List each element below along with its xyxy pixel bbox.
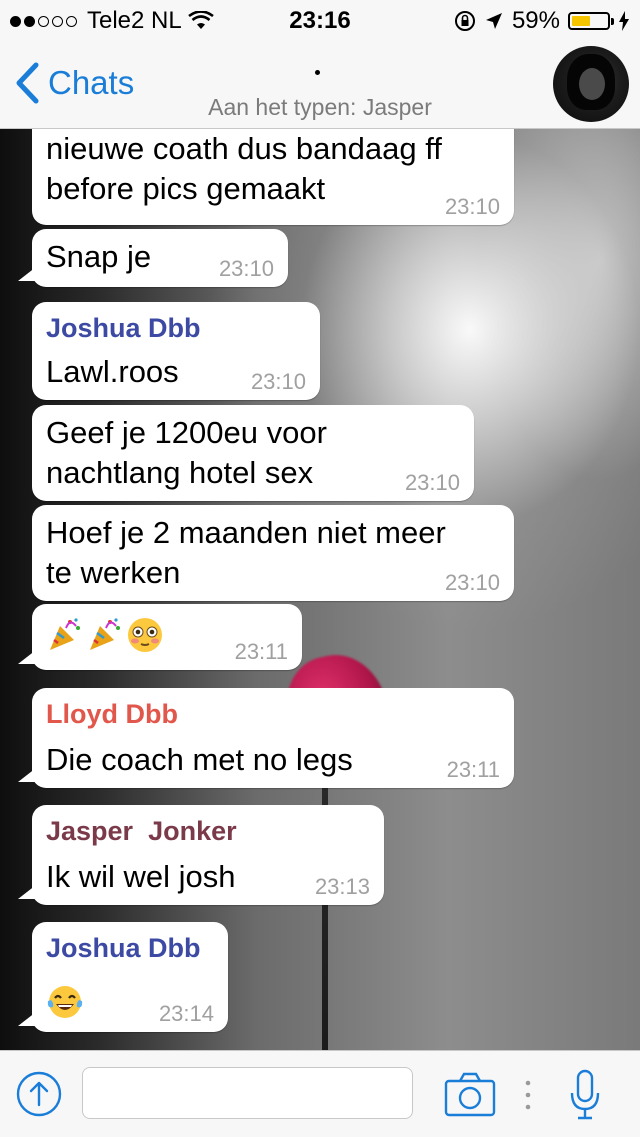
group-title[interactable]: [315, 70, 320, 75]
message-bubble[interactable]: Geef je 1200eu voor nachtlang hotel sex …: [32, 405, 474, 501]
message-text: Hoef je 2 maanden niet meer te werken: [46, 515, 446, 590]
message-timestamp: 23:10: [444, 194, 500, 219]
message-bubble[interactable]: Joshua Dbb Lawl.roos 23:10: [32, 302, 320, 400]
composer-bar: [0, 1050, 640, 1137]
rotation-lock-icon: [454, 11, 475, 31]
message-sender[interactable]: Jasper Jonker: [46, 805, 370, 847]
charging-bolt-icon: [619, 11, 629, 31]
message-bubble[interactable]: 23:11: [18, 604, 302, 670]
message-timestamp: 23:10: [444, 570, 500, 595]
party-popper-icon: [50, 618, 80, 650]
more-options-icon[interactable]: [524, 1079, 532, 1111]
typing-indicator: Aan het typen: Jasper: [208, 94, 432, 120]
message-timestamp: 23:14: [158, 1001, 214, 1026]
group-avatar[interactable]: [553, 46, 629, 122]
message-sender[interactable]: Joshua Dbb: [46, 922, 214, 964]
message-bubble[interactable]: nieuwe coath dus bandaag ff before pics …: [32, 129, 514, 225]
party-popper-icon: [90, 618, 120, 650]
message-text: Geef je 1200eu voor nachtlang hotel sex: [46, 415, 327, 490]
message-input[interactable]: [82, 1067, 413, 1119]
battery-icon: [568, 12, 614, 30]
camera-icon[interactable]: [444, 1071, 496, 1117]
message-timestamp: 23:10: [404, 470, 460, 495]
message-timestamp: 23:10: [218, 256, 274, 281]
tears-of-joy-icon: [47, 985, 83, 1018]
message-list[interactable]: nieuwe coath dus bandaag ff before pics …: [0, 129, 640, 1050]
message-sender[interactable]: Lloyd Dbb: [46, 688, 500, 730]
microphone-icon[interactable]: [568, 1069, 602, 1121]
location-arrow-icon: [485, 13, 502, 29]
flushed-face-icon: [128, 618, 162, 652]
message-timestamp: 23:13: [314, 874, 370, 899]
message-text: nieuwe coath dus bandaag ff before pics …: [46, 131, 442, 206]
chat-header: Chats Aan het typen: Jasper: [0, 40, 640, 129]
message-timestamp: 23:11: [234, 639, 288, 664]
message-timestamp: 23:10: [250, 369, 306, 394]
message-text: Die coach met no legs: [46, 742, 353, 777]
message-bubble[interactable]: Snap je 23:10: [18, 229, 288, 287]
battery-percent: 59%: [511, 7, 560, 34]
status-bar: Tele2 NL 23:16 59%: [0, 0, 640, 40]
message-bubble[interactable]: Lloyd Dbb Die coach met no legs 23:11: [18, 688, 514, 788]
message-timestamp: 23:11: [446, 757, 500, 782]
message-sender[interactable]: Joshua Dbb: [46, 302, 306, 344]
message-bubble[interactable]: Jasper Jonker Ik wil wel josh 23:13: [18, 805, 384, 905]
message-bubble[interactable]: Hoef je 2 maanden niet meer te werken 23…: [32, 505, 514, 601]
share-upload-icon[interactable]: [16, 1071, 62, 1117]
message-bubble[interactable]: Joshua Dbb 23:14: [18, 922, 228, 1032]
